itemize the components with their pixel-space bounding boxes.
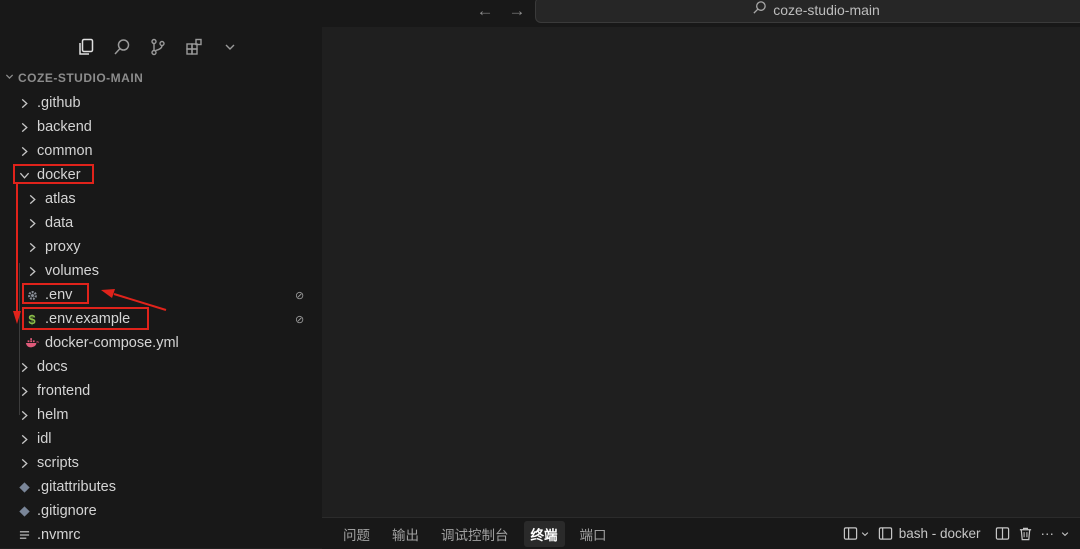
search-icon[interactable] (110, 35, 134, 59)
chevron-right-icon[interactable] (25, 218, 39, 229)
tree-folder-item[interactable]: docs (0, 355, 322, 379)
tab-debug-console[interactable]: 调试控制台 (434, 521, 516, 547)
tab-terminal[interactable]: 终端 (523, 520, 565, 547)
chevron-down-icon (0, 71, 18, 85)
tree-item-label: common (37, 143, 93, 159)
extensions-icon[interactable] (182, 35, 206, 59)
chevron-right-icon[interactable] (17, 146, 31, 157)
editor-area[interactable] (322, 27, 1080, 517)
chevron-right-icon[interactable] (17, 386, 31, 397)
tree-folder-item[interactable]: atlas (0, 187, 322, 211)
tree-folder-item[interactable]: scripts (0, 451, 322, 475)
ignored-badge-icon: ⊘ (295, 313, 305, 326)
lines-icon (17, 530, 31, 540)
tree-file-item[interactable]: .gitattributes (0, 475, 322, 499)
annotation-box-env-example (22, 307, 149, 330)
chevron-right-icon[interactable] (17, 458, 31, 469)
tree-item-label: .github (37, 95, 81, 111)
tree-folder-item[interactable]: frontend (0, 379, 322, 403)
git-icon (17, 505, 31, 517)
annotation-box-env (22, 283, 89, 304)
tree-item-label: volumes (45, 263, 99, 279)
tree-folder-item[interactable]: backend (0, 115, 322, 139)
title-bar: ← → coze-studio-main (0, 0, 1080, 27)
split-terminal-icon[interactable] (995, 526, 1010, 541)
ignored-badge-icon: ⊘ (295, 289, 305, 302)
tab-output[interactable]: 输出 (385, 521, 426, 547)
tab-ports[interactable]: 端口 (573, 521, 614, 547)
tree-folder-item[interactable]: data (0, 211, 322, 235)
arrow-right-icon[interactable]: → (506, 1, 528, 21)
explorer-icon[interactable] (74, 35, 98, 59)
tree-item-label: docs (37, 359, 68, 375)
tree-file-item[interactable]: .nvmrc (0, 523, 322, 547)
search-icon (752, 0, 767, 20)
terminal-panel-icon[interactable] (878, 526, 893, 541)
docker-whale-icon (25, 337, 39, 349)
tree-item-label: idl (37, 431, 52, 447)
tree-item-label: helm (37, 407, 69, 423)
tree-file-item[interactable]: docker-compose.yml (0, 331, 322, 355)
activity-bar (74, 35, 242, 59)
chevron-right-icon[interactable] (17, 362, 31, 373)
terminal-name[interactable]: bash - docker (899, 526, 981, 541)
explorer-section-header[interactable]: COZE-STUDIO-MAIN (0, 67, 322, 89)
nav-arrows: ← → (474, 1, 528, 21)
trash-icon[interactable] (1018, 526, 1033, 541)
chevron-right-icon[interactable] (17, 434, 31, 445)
tree-item-label: .nvmrc (37, 527, 81, 543)
chevron-down-icon[interactable] (1060, 529, 1070, 539)
command-center-search[interactable]: coze-studio-main (535, 0, 1080, 23)
tree-item-label: data (45, 215, 74, 231)
tree-item-label: docker-compose.yml (45, 335, 179, 351)
arrow-left-icon[interactable]: ← (474, 1, 496, 21)
tree-folder-item[interactable]: idl (0, 427, 322, 451)
explorer-root-label: COZE-STUDIO-MAIN (18, 71, 144, 85)
tree-item-label: backend (37, 119, 92, 135)
tree-folder-item[interactable]: common (0, 139, 322, 163)
tree-folder-item[interactable]: proxy (0, 235, 322, 259)
chevron-right-icon[interactable] (25, 242, 39, 253)
chevron-right-icon[interactable] (25, 194, 39, 205)
source-control-icon[interactable] (146, 35, 170, 59)
tree-item-label: .gitattributes (37, 479, 116, 495)
tree-item-label: scripts (37, 455, 79, 471)
tree-item-label: frontend (37, 383, 91, 399)
tree-file-item[interactable]: .gitignore (0, 499, 322, 523)
chevron-down-icon[interactable] (218, 35, 242, 59)
chevron-right-icon[interactable] (17, 410, 31, 421)
annotation-box-docker (13, 164, 94, 184)
terminal-layout-icon[interactable] (843, 526, 858, 541)
chevron-down-icon[interactable] (860, 529, 870, 539)
tree-item-label: proxy (45, 239, 81, 255)
panel-actions: bash - docker ··· (843, 518, 1070, 549)
tree-folder-item[interactable]: volumes (0, 259, 322, 283)
tab-problems[interactable]: 问题 (336, 521, 377, 547)
chevron-right-icon[interactable] (17, 98, 31, 109)
git-icon (17, 481, 31, 493)
panel-bar: 问题 输出 调试控制台 终端 端口 bash - docker ··· (322, 517, 1080, 549)
tree-item-label: atlas (45, 191, 76, 207)
chevron-right-icon[interactable] (25, 266, 39, 277)
more-icon[interactable]: ··· (1041, 526, 1055, 541)
panel-tabs: 问题 输出 调试控制台 终端 端口 (336, 518, 614, 549)
tree-folder-item[interactable]: .github (0, 91, 322, 115)
chevron-right-icon[interactable] (17, 122, 31, 133)
sidebar: COZE-STUDIO-MAIN .github backend common doc… (0, 27, 322, 548)
tree-folder-item[interactable]: helm (0, 403, 322, 427)
workspace-name: coze-studio-main (773, 2, 880, 18)
tree-item-label: .gitignore (37, 503, 97, 519)
